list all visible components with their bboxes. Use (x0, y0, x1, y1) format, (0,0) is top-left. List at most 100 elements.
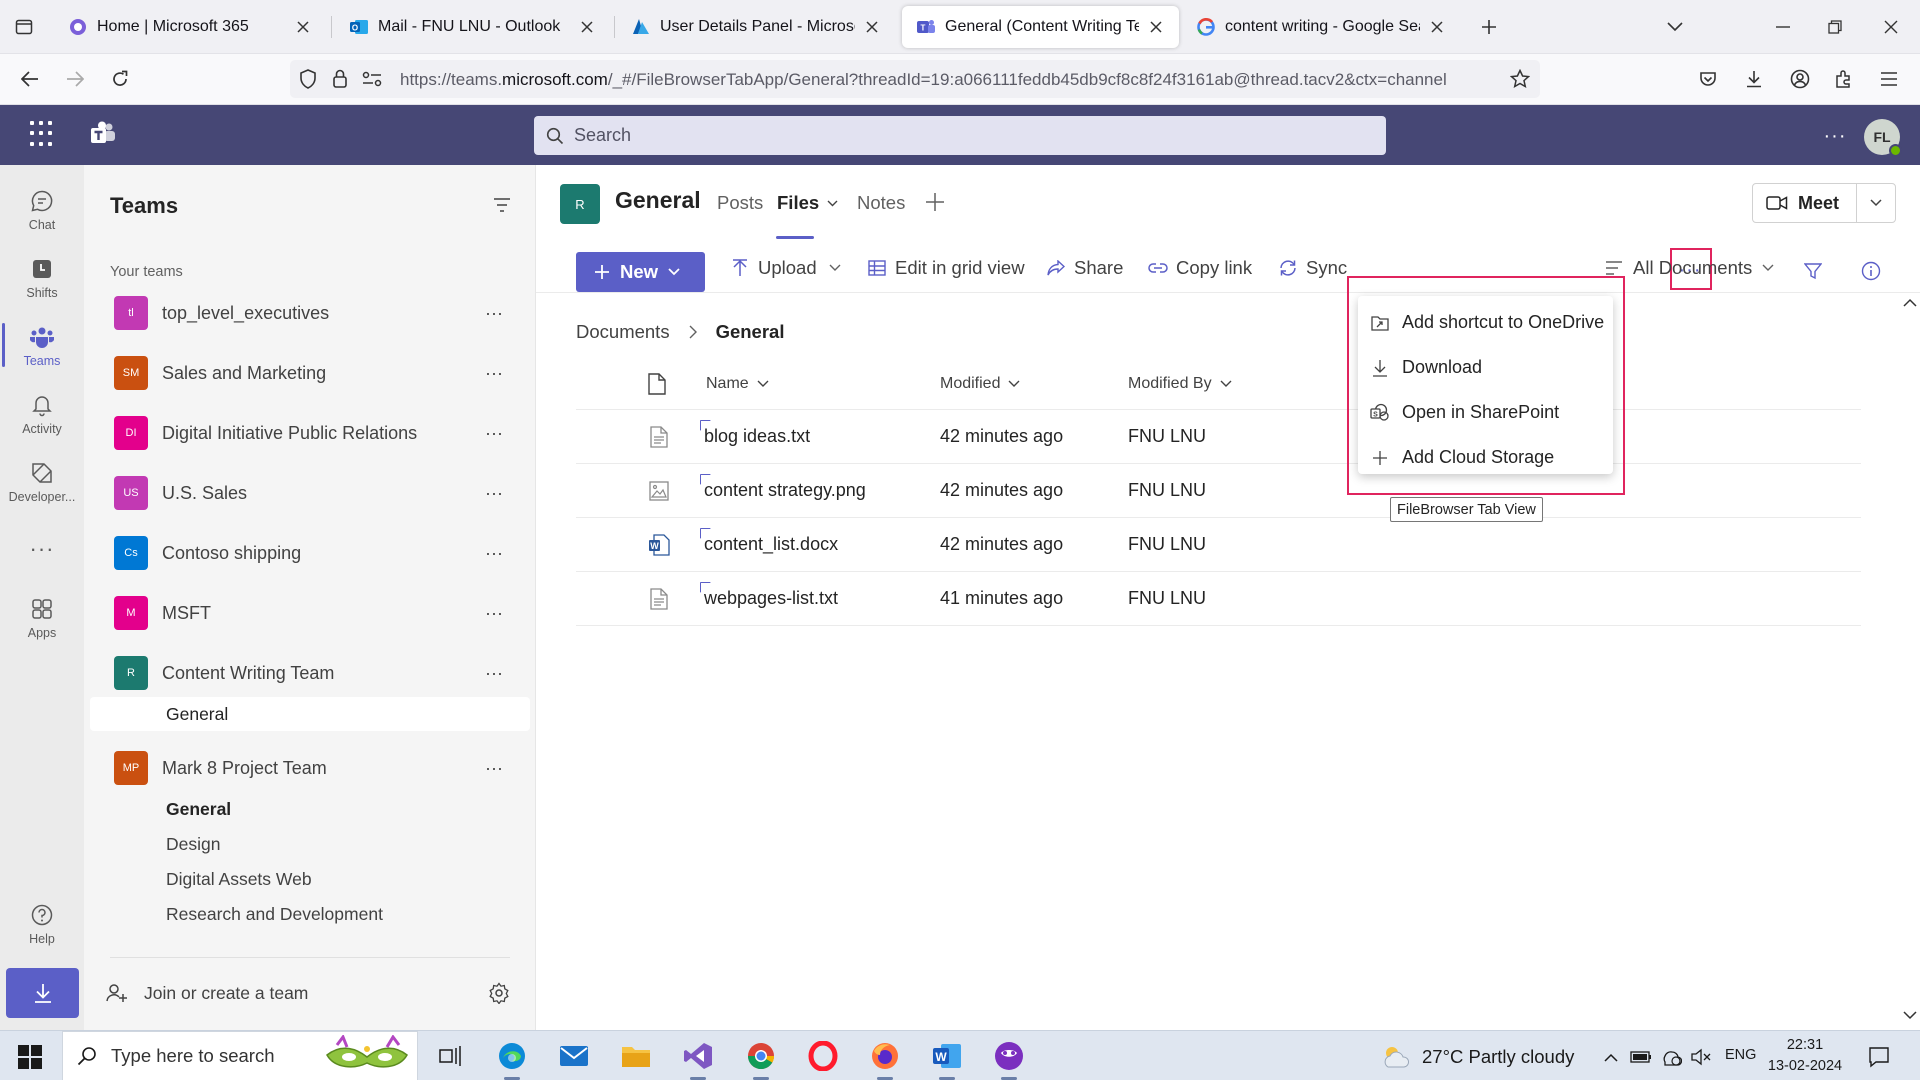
forward-arrow-icon[interactable] (60, 64, 90, 94)
user-avatar[interactable]: FL (1864, 119, 1902, 157)
team-more-options-button[interactable]: ··· (478, 537, 510, 569)
browser-tab-google-search[interactable]: content writing - Google Search (1182, 6, 1460, 48)
tab-posts[interactable]: Posts (717, 192, 763, 214)
browser-tab-user-details[interactable]: User Details Panel - Microsoft 3 (617, 6, 895, 48)
tab-notes[interactable]: Notes (857, 192, 905, 214)
table-row[interactable]: blog ideas.txt 42 minutes ago FNU LNU (576, 410, 1861, 464)
meet-options-chevron-icon[interactable] (1857, 199, 1895, 207)
network-icon[interactable] (1660, 1046, 1682, 1068)
meet-button[interactable]: Meet (1753, 184, 1857, 222)
reload-icon[interactable] (105, 64, 135, 94)
restore-icon[interactable] (1820, 12, 1850, 42)
rail-item-apps[interactable]: Apps (0, 585, 84, 649)
file-name-link[interactable]: content strategy.png (704, 480, 866, 501)
copy-link-button[interactable]: Copy link (1148, 257, 1252, 279)
rail-item-developer[interactable]: Developer... (0, 449, 84, 513)
new-tab-icon[interactable] (1475, 13, 1503, 41)
account-icon[interactable] (1785, 64, 1815, 94)
lock-icon[interactable] (332, 69, 348, 88)
task-view-icon[interactable] (433, 1038, 469, 1074)
chrome-icon[interactable] (743, 1038, 779, 1080)
minimize-icon[interactable] (1768, 12, 1798, 42)
column-header-modified-by[interactable]: Modified By (1128, 375, 1232, 393)
show-hidden-icons-chevron-icon[interactable] (1600, 1046, 1622, 1068)
team-more-options-button[interactable]: ··· (478, 752, 510, 784)
team-more-options-button[interactable]: ··· (478, 357, 510, 389)
url-bar[interactable]: https://teams.microsoft.com/_#/FileBrows… (290, 60, 1540, 98)
mail-icon[interactable] (556, 1038, 592, 1074)
upload-button[interactable]: Upload (730, 257, 841, 279)
team-more-options-button[interactable]: ··· (478, 297, 510, 329)
close-icon[interactable] (863, 18, 881, 36)
hamburger-menu-icon[interactable] (1874, 64, 1904, 94)
file-name-link[interactable]: blog ideas.txt (704, 426, 810, 447)
browser-tab-home-m365[interactable]: Home | Microsoft 365 (54, 6, 326, 48)
browser-tab-teams-general[interactable]: T General (Content Writing Team) (902, 6, 1179, 48)
file-explorer-icon[interactable] (618, 1038, 654, 1074)
table-row[interactable]: content strategy.png 42 minutes ago FNU … (576, 464, 1861, 518)
weather-widget[interactable]: 27°C Partly cloudy (1380, 1043, 1574, 1071)
close-icon[interactable] (294, 18, 312, 36)
word-app-icon[interactable]: W (929, 1038, 965, 1080)
extensions-icon[interactable] (1829, 64, 1859, 94)
file-name-link[interactable]: webpages-list.txt (704, 588, 838, 609)
clock[interactable]: 22:31 13-02-2024 (1767, 1035, 1843, 1077)
column-header-name[interactable]: Name (706, 375, 769, 393)
more-options-button[interactable]: ··· (1820, 121, 1850, 151)
search-input[interactable] (574, 125, 1274, 146)
teams-search-box[interactable] (534, 116, 1386, 155)
close-window-icon[interactable] (1876, 12, 1906, 42)
opera-icon[interactable] (805, 1038, 841, 1074)
taskbar-search-box[interactable]: Type here to search (62, 1031, 418, 1080)
info-icon[interactable] (1859, 259, 1883, 283)
notifications-icon[interactable] (1866, 1044, 1892, 1070)
share-button[interactable]: Share (1046, 257, 1123, 279)
rail-item-activity[interactable]: Activity (0, 381, 84, 445)
rail-more-button[interactable]: ··· (0, 517, 84, 581)
channel-item-general[interactable]: General (90, 792, 530, 826)
table-row[interactable]: webpages-list.txt 41 minutes ago FNU LNU (576, 572, 1861, 626)
join-or-create-team-button[interactable]: Join or create a team (90, 973, 530, 1013)
breadcrumb-documents[interactable]: Documents (576, 321, 670, 343)
gear-icon[interactable] (488, 982, 510, 1004)
channel-item-digital-assets-web[interactable]: Digital Assets Web (90, 862, 530, 896)
back-arrow-icon[interactable] (15, 64, 45, 94)
menu-item-open-in-sharepoint[interactable]: S Open in SharePoint (1358, 390, 1613, 435)
visual-studio-icon[interactable] (680, 1038, 716, 1080)
rail-item-help[interactable]: Help (0, 891, 84, 955)
team-item-contoso-shipping[interactable]: Cs Contoso shipping ··· (90, 530, 530, 576)
downloads-icon[interactable] (1739, 64, 1769, 94)
team-item-top-level-executives[interactable]: tl top_level_executives ··· (90, 290, 530, 336)
permissions-icon[interactable] (362, 71, 382, 87)
browser-tab-outlook[interactable]: O Mail - FNU LNU - Outlook (335, 6, 610, 48)
close-icon[interactable] (1147, 18, 1165, 36)
team-more-options-button[interactable]: ··· (478, 657, 510, 689)
new-button[interactable]: New (576, 252, 705, 292)
rail-item-chat[interactable]: Chat (0, 177, 84, 241)
close-icon[interactable] (1428, 18, 1446, 36)
team-item-mark-8-project-team[interactable]: MP Mark 8 Project Team ··· (90, 745, 530, 791)
edit-in-grid-view-button[interactable]: Edit in grid view (867, 257, 1025, 279)
rail-item-shifts[interactable]: Shifts (0, 245, 84, 309)
team-item-content-writing-team[interactable]: R Content Writing Team ··· (90, 650, 530, 696)
scroll-up-icon[interactable] (1903, 298, 1917, 312)
battery-icon[interactable] (1630, 1046, 1652, 1068)
scroll-down-icon[interactable] (1903, 1010, 1917, 1024)
menu-item-add-cloud-storage[interactable]: Add Cloud Storage (1358, 435, 1613, 480)
table-row[interactable]: W content_list.docx 42 minutes ago FNU L… (576, 518, 1861, 572)
volume-muted-icon[interactable] (1690, 1046, 1712, 1068)
file-type-column-icon[interactable] (648, 373, 666, 395)
channel-item-general-selected[interactable]: General (90, 697, 530, 731)
column-header-modified[interactable]: Modified (940, 375, 1020, 393)
tab-overflow-chevron-icon[interactable] (1660, 12, 1690, 42)
add-tab-icon[interactable] (922, 189, 948, 215)
rail-item-teams[interactable]: Teams (0, 313, 84, 377)
filter-list-icon[interactable] (488, 191, 516, 219)
close-icon[interactable] (578, 18, 596, 36)
pocket-icon[interactable] (1693, 64, 1723, 94)
windows-start-icon[interactable] (18, 1045, 42, 1069)
team-item-us-sales[interactable]: US U.S. Sales ··· (90, 470, 530, 516)
menu-item-add-shortcut-onedrive[interactable]: Add shortcut to OneDrive (1358, 300, 1613, 345)
team-item-sales-and-marketing[interactable]: SM Sales and Marketing ··· (90, 350, 530, 396)
team-more-options-button[interactable]: ··· (478, 477, 510, 509)
